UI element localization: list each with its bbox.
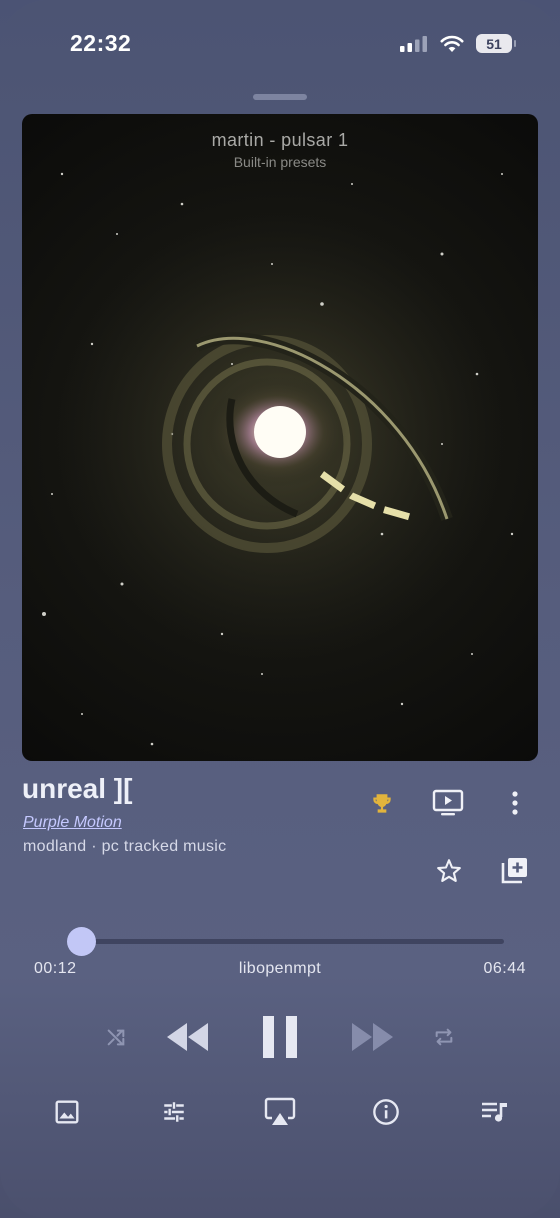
status-indicators: 51 — [400, 34, 516, 53]
info-icon — [373, 1099, 399, 1125]
airplay-button[interactable] — [262, 1094, 298, 1130]
more-button[interactable] — [500, 786, 530, 820]
pause-button[interactable] — [254, 1010, 306, 1064]
trophy-icon — [373, 794, 391, 813]
queue-button[interactable] — [476, 1095, 512, 1129]
status-time: 22:32 — [70, 30, 132, 56]
battery-level: 51 — [486, 35, 502, 52]
fast-forward-button[interactable] — [348, 1016, 398, 1058]
sheet-grabber[interactable] — [253, 94, 307, 100]
progress-thumb[interactable] — [67, 927, 97, 956]
battery-indicator: 51 — [476, 34, 516, 53]
fast-forward-icon — [352, 1023, 393, 1051]
progress-track[interactable] — [68, 939, 504, 944]
playback-engine: libopenmpt — [238, 960, 322, 977]
rewind-button[interactable] — [162, 1016, 212, 1058]
pause-icon — [263, 1016, 297, 1058]
track-artist-link[interactable]: Purple Motion — [23, 814, 122, 832]
visualizer-view[interactable]: martin - pulsar 1 Built-in presets — [22, 114, 538, 761]
favorite-button[interactable] — [432, 854, 466, 888]
playlist-add-icon — [501, 858, 527, 884]
more-vertical-icon — [512, 791, 518, 815]
trophy-button[interactable] — [365, 787, 399, 821]
airplay-icon — [264, 1097, 296, 1125]
equalizer-button[interactable] — [157, 1095, 191, 1129]
signal-icon — [400, 35, 427, 52]
player-screen: 22:32 51 martin - pulsar 1 Built-in pres… — [0, 0, 560, 1218]
shuffle-icon — [107, 1029, 125, 1046]
rewind-icon — [167, 1023, 208, 1051]
tv-play-icon — [432, 789, 464, 816]
image-icon — [55, 1100, 79, 1124]
wifi-icon — [440, 35, 464, 52]
visualizer-graphic — [40, 172, 520, 746]
total-duration: 06:44 — [483, 960, 526, 977]
visualizer-button[interactable] — [430, 786, 466, 820]
artwork-button[interactable] — [50, 1095, 84, 1129]
shuffle-button[interactable] — [102, 1023, 130, 1051]
repeat-button[interactable] — [430, 1023, 458, 1051]
preset-subtitle: Built-in presets — [233, 154, 327, 170]
track-source: modland · pc tracked music — [23, 838, 227, 855]
queue-music-icon — [482, 1102, 507, 1122]
preset-title: martin - pulsar 1 — [211, 130, 349, 150]
add-to-playlist-button[interactable] — [498, 853, 532, 887]
track-title: unreal ][ — [22, 773, 133, 804]
repeat-icon — [435, 1028, 453, 1046]
equalizer-sliders-icon — [164, 1102, 184, 1122]
info-button[interactable] — [369, 1095, 403, 1129]
star-outline-icon — [437, 859, 461, 882]
